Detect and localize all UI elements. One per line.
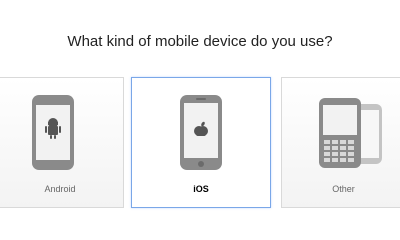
option-label: Other [332, 184, 355, 194]
question-heading: What kind of mobile device do you use? [67, 33, 333, 50]
option-android-card[interactable]: Android [0, 77, 124, 208]
option-label: Android [44, 184, 76, 194]
option-other-card[interactable]: Other [281, 77, 400, 208]
option-label: iOS [193, 184, 209, 194]
option-ios-card[interactable]: iOS [131, 77, 271, 208]
